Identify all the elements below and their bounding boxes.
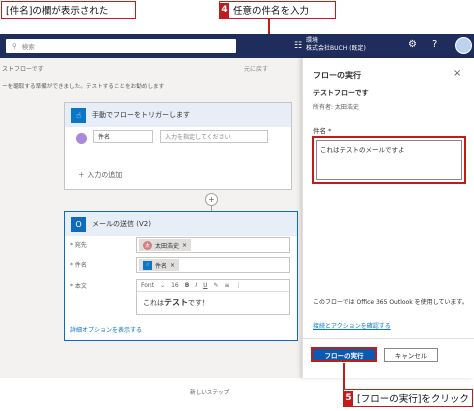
test-warning: ーを聴取する準備ができました。テストすることをお勧めします [2,84,165,90]
callout-step4: 4 任意の件名を入力 [219,1,336,19]
send-email-card[interactable]: O メールの送信 (V2) [64,211,298,341]
subject-input-value: これはテストのメールですよ [320,146,405,154]
hand-icon: ☝ [143,260,152,270]
subject-input-highlight: これはテストのメールですよ [312,136,466,184]
avatar[interactable] [455,37,472,54]
panel-divider [303,338,474,339]
body-toolbar: Font ⌄ 16 B I U ✎ ≡ ⋮ [137,280,289,292]
connection-note: このフローでは Office 365 Outlook を使用しています。 [313,299,468,306]
callout-step5: 5 [フローの実行]をクリック [343,389,473,407]
trigger-input-name-value: 件名 [98,134,111,141]
to-label: * 宛先 [70,242,87,249]
recipient-name: 太田浩史 [155,242,180,250]
subject-input[interactable]: これはテストのメールですよ [316,140,462,180]
body-text-end: です！ [188,299,209,307]
bold-button[interactable]: B [185,282,190,289]
remove-recipient-icon[interactable]: × [182,242,187,249]
numbered-list-icon[interactable]: ⋮ [236,282,242,289]
run-flow-button[interactable]: フローの実行 [311,347,377,362]
send-email-header[interactable]: O メールの送信 (V2) [65,212,297,236]
review-connections-link[interactable]: 接続とアクションを確認する [313,321,391,330]
step4-number: 4 [220,2,229,18]
flow-owner: 所有者: 太田浩史 [313,104,359,111]
trigger-card-header[interactable]: ☝ 手動でフローをトリガーします [65,103,291,127]
font-size-select[interactable]: 16 [171,282,179,289]
trigger-input-placeholder: 入力を指定してください [165,134,231,141]
trigger-input-description[interactable]: 入力を指定してください [160,130,268,143]
close-icon[interactable]: × [453,68,461,79]
insert-step-button[interactable]: + [205,193,218,206]
input-type-icon [76,133,87,144]
top-bar: ⚲ 検索 ☷ 環境 株式会社BUCH (既定) ⚙ ? [0,34,474,58]
subject-chip-label: 件名 [155,262,168,270]
search-box[interactable]: ⚲ 検索 [6,39,236,53]
pen-icon[interactable]: ✎ [214,282,219,289]
bottom-area [0,378,302,411]
step4-text: 任意の件名を入力 [233,6,310,17]
body-label: * 本文 [70,283,87,290]
trigger-title: 手動でフローをトリガーします [92,111,190,119]
trigger-input-name[interactable]: 件名 [93,130,153,143]
environment-label: 環境 [306,37,319,44]
help-icon[interactable]: ? [432,39,437,50]
italic-button[interactable]: I [195,282,197,289]
step5-leader [343,363,345,391]
add-input-button[interactable]: ＋ 入力の追加 [78,170,122,180]
send-email-title: メールの送信 (V2) [92,220,151,228]
body-editor[interactable]: Font ⌄ 16 B I U ✎ ≡ ⋮ これはテストです！ [136,279,290,315]
body-text-start: これは [143,299,164,307]
search-icon: ⚲ [12,42,17,50]
environment-icon[interactable]: ☷ [294,41,302,51]
body-text-strong: テスト [164,298,188,307]
panel-title: フローの実行 [313,71,361,80]
underline-button[interactable]: U [203,282,207,289]
search-placeholder: 検索 [21,43,35,51]
font-select[interactable]: Font [141,282,154,289]
outlook-icon: O [71,216,86,232]
to-recipient-chip[interactable]: 太 太田浩史 × [139,239,192,251]
subject-dynamic-chip[interactable]: ☝ 件名 × [139,259,180,271]
flow-name: テストフローです [313,89,369,97]
flow-breadcrumb: ストフローです [2,66,44,73]
gear-icon[interactable]: ⚙ [408,39,417,50]
chevron-down-icon[interactable]: ⌄ [160,282,165,289]
subject-input-label: 件名 * [313,127,332,135]
environment-picker[interactable]: 環境 株式会社BUCH (既定) [306,37,366,53]
environment-name: 株式会社BUCH (既定) [306,45,366,52]
hand-icon: ☝ [71,107,86,123]
undo-button[interactable]: 元に戻す [244,64,268,73]
recipient-avatar: 太 [143,240,152,250]
show-advanced-options[interactable]: 詳細オプションを表示する [70,325,142,334]
remove-subject-icon[interactable]: × [170,262,175,269]
step5-number: 5 [344,390,353,406]
callout-field-shown: [件名]の欄が表示された [1,1,136,19]
step5-text: [フローの実行]をクリック [357,394,469,405]
run-flow-panel: フローの実行 × テストフローです 所有者: 太田浩史 件名 * これはテストの… [302,58,474,378]
new-step-button[interactable]: 新しいステップ [190,388,229,396]
subject-label: * 件名 [70,262,87,269]
body-content[interactable]: これはテストです！ [137,292,289,313]
list-icon[interactable]: ≡ [225,282,230,289]
cancel-button[interactable]: キャンセル [384,348,438,362]
